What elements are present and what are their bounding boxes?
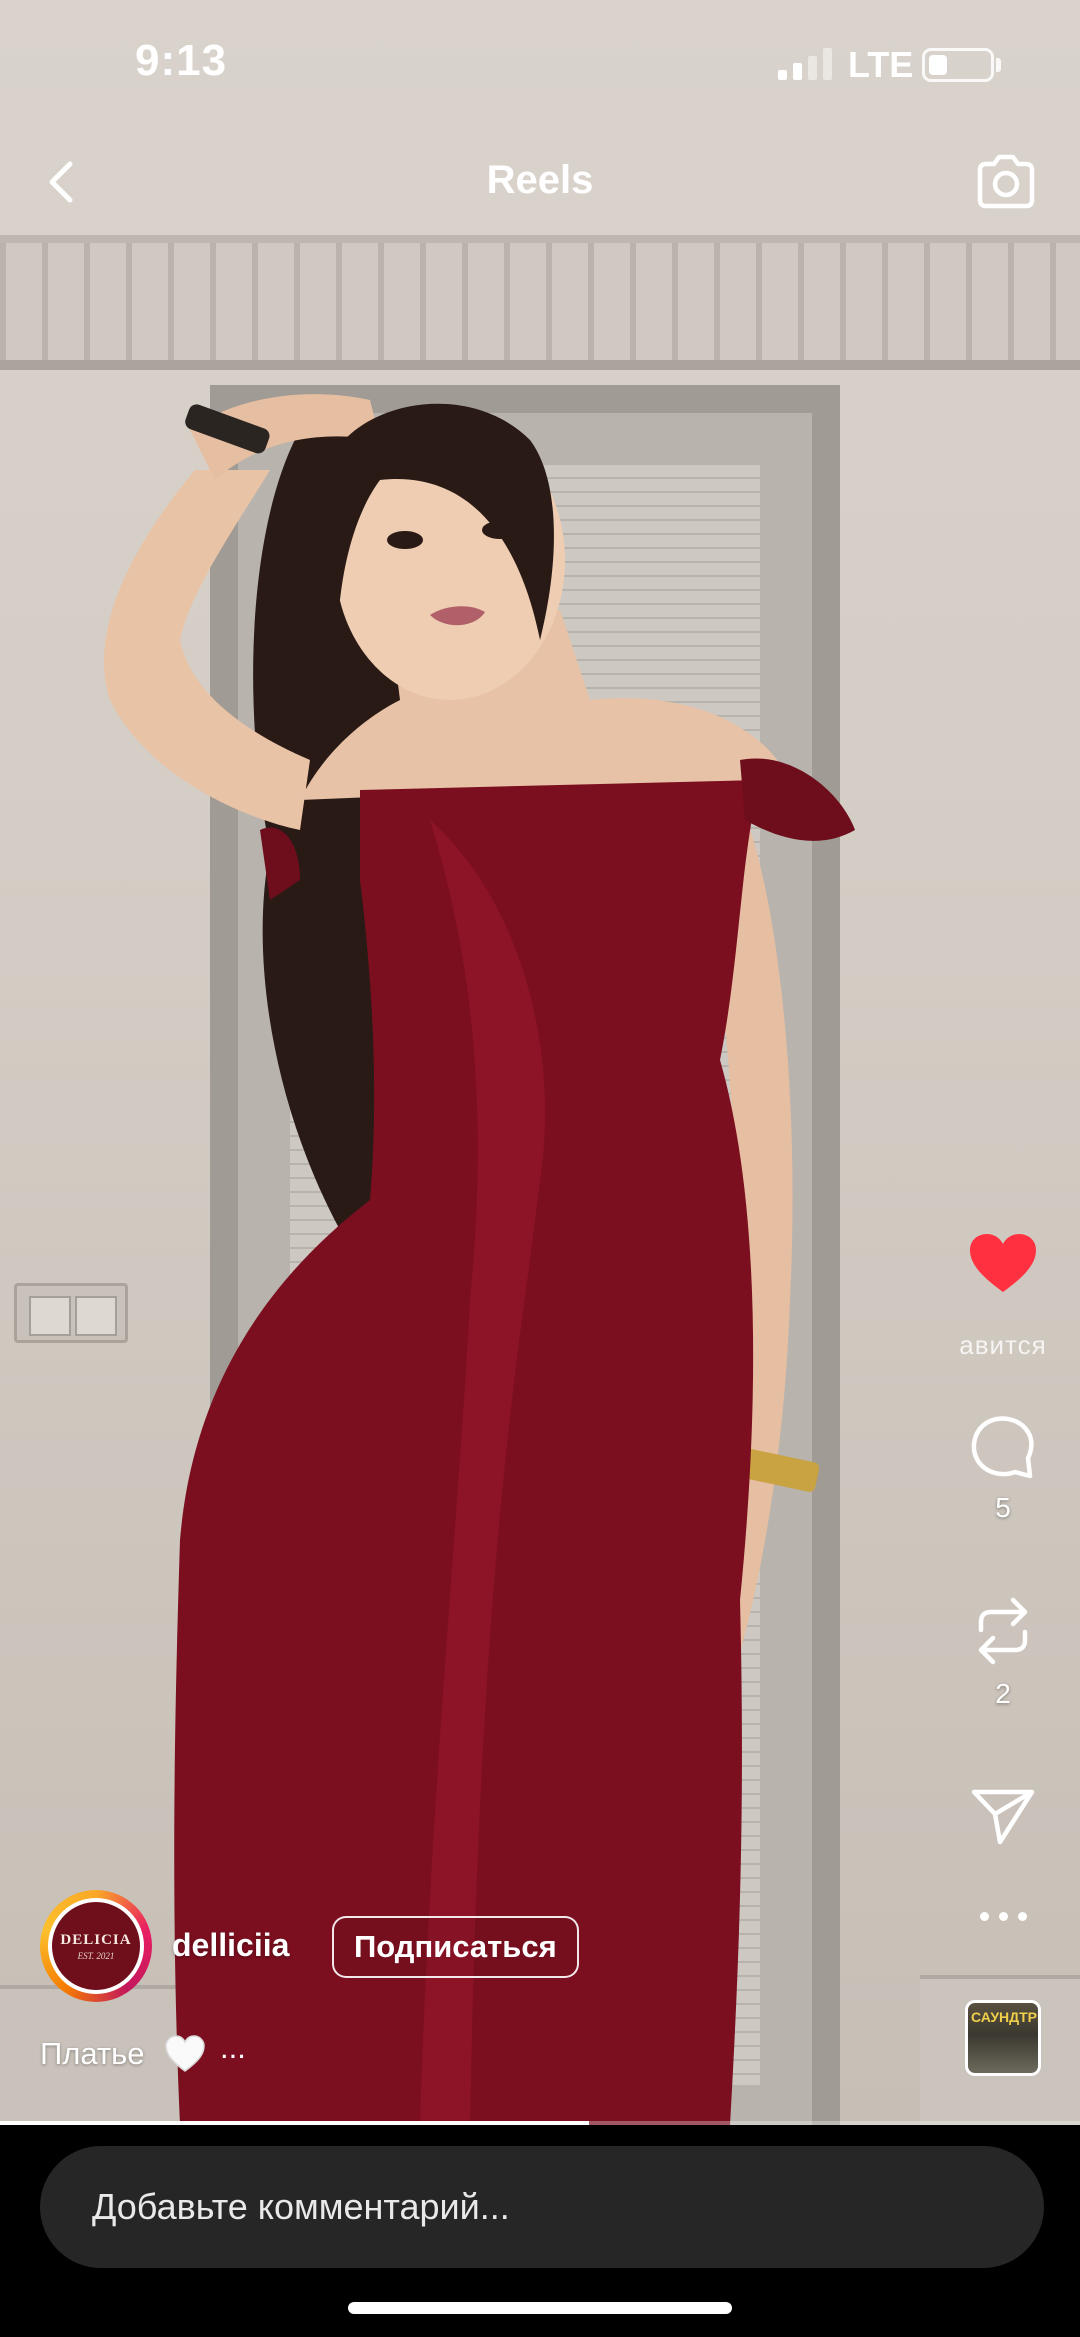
white-heart-icon: [165, 2035, 205, 2072]
comment-placeholder: Добавьте комментарий...: [92, 2186, 510, 2227]
repost-count: 2: [995, 1678, 1011, 1709]
avatar-brand-subtext: EST. 2021: [77, 1950, 115, 1961]
audio-thumbnail[interactable]: САУНДТРЕК: [965, 2000, 1041, 2076]
send-icon: [971, 1789, 1035, 1845]
repost-icon: [978, 1597, 1028, 1665]
share-button[interactable]: [940, 1786, 1066, 1846]
battery-tip: [996, 58, 1001, 72]
heart-icon: [970, 1234, 1036, 1292]
network-type: LTE: [848, 44, 914, 85]
caption-more[interactable]: ...: [220, 2030, 246, 2066]
comment-icon: [971, 1416, 1034, 1479]
avatar[interactable]: DELICIA EST. 2021: [40, 1890, 152, 2002]
battery-level: [929, 55, 947, 75]
battery-icon: [922, 48, 994, 82]
status-time: 9:13: [135, 36, 228, 85]
like-button[interactable]: [940, 1232, 1066, 1296]
comment-input[interactable]: Добавьте комментарий...: [40, 2146, 1044, 2268]
caption-text[interactable]: Платье: [40, 2036, 145, 2072]
avatar-brand-text: DELICIA: [60, 1931, 132, 1948]
comment-count: 5: [995, 1492, 1011, 1523]
home-indicator[interactable]: [348, 2302, 732, 2314]
more-horizontal-icon[interactable]: [980, 1905, 1028, 1929]
repost-button[interactable]: 2: [940, 1596, 1066, 1710]
chevron-left-icon[interactable]: [32, 150, 92, 214]
username[interactable]: delliciia: [172, 1927, 289, 1964]
camera-icon[interactable]: [972, 148, 1040, 216]
person-in-red-dress: [103, 394, 855, 2125]
comment-button[interactable]: 5: [940, 1414, 1066, 1524]
follow-button[interactable]: Подписаться: [332, 1916, 579, 1978]
audio-thumb-text: САУНДТРЕК: [971, 2009, 1038, 2025]
avatar-image: DELICIA EST. 2021: [48, 1898, 144, 1994]
like-label: авится: [959, 1330, 1047, 1360]
cellular-signal-icon: [778, 48, 832, 80]
reel-video[interactable]: [0, 0, 1080, 2125]
